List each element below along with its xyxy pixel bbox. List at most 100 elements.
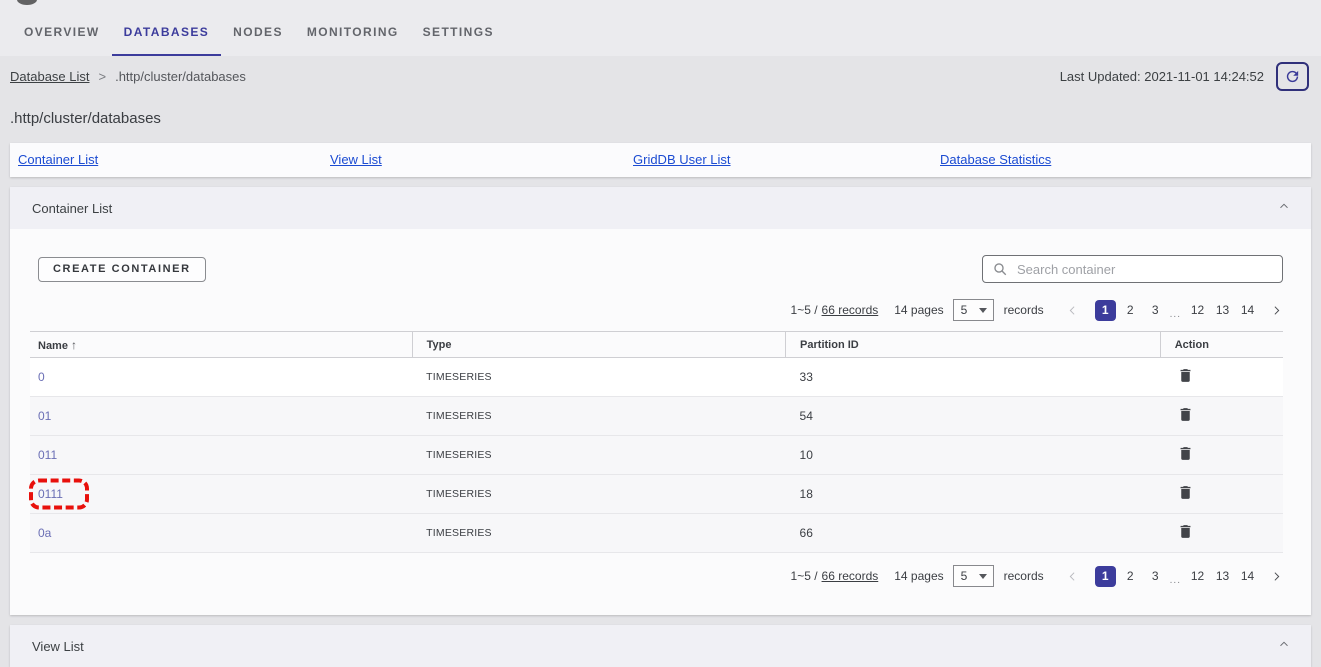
trash-icon bbox=[1177, 405, 1194, 424]
caret-down-icon bbox=[979, 574, 987, 579]
table-row-highlighted: 0111 TIMESERIES 18 bbox=[30, 475, 1283, 514]
delete-container-button[interactable] bbox=[1177, 522, 1194, 541]
container-partition-id: 33 bbox=[786, 358, 1161, 397]
container-link-0[interactable]: 0 bbox=[38, 370, 45, 384]
page-number-13[interactable]: 13 bbox=[1212, 566, 1233, 587]
page-number-2[interactable]: 2 bbox=[1120, 300, 1141, 321]
refresh-icon bbox=[1284, 68, 1301, 85]
page-number-1[interactable]: 1 bbox=[1095, 566, 1116, 587]
container-list-panel-body: CREATE CONTAINER 1~5 / 66 records 14 pag… bbox=[10, 255, 1311, 615]
delete-container-button[interactable] bbox=[1177, 483, 1194, 502]
container-table: Name↑ Type Partition ID Action 0 TIMESER… bbox=[30, 331, 1283, 553]
page-count-text: 14 pages bbox=[894, 569, 943, 583]
delete-container-button[interactable] bbox=[1177, 444, 1194, 463]
chevron-up-icon[interactable] bbox=[1277, 637, 1291, 656]
next-page-button[interactable] bbox=[1270, 570, 1283, 583]
container-list-panel-header[interactable]: Container List bbox=[10, 187, 1311, 229]
view-list-panel-title: View List bbox=[32, 639, 84, 654]
quick-link-container-list[interactable]: Container List bbox=[18, 152, 98, 167]
container-link-01[interactable]: 01 bbox=[38, 409, 51, 423]
tab-monitoring[interactable]: MONITORING bbox=[295, 25, 411, 56]
page-title: .http/cluster/databases bbox=[0, 96, 1321, 143]
page-number-12[interactable]: 12 bbox=[1187, 566, 1208, 587]
delete-container-button[interactable] bbox=[1177, 405, 1194, 424]
refresh-button[interactable] bbox=[1276, 62, 1309, 91]
quick-link-database-statistics[interactable]: Database Statistics bbox=[940, 152, 1051, 167]
sort-ascending-icon: ↑ bbox=[71, 338, 77, 352]
container-type: TIMESERIES bbox=[412, 475, 785, 514]
page-number-14[interactable]: 14 bbox=[1237, 300, 1258, 321]
container-link-0111[interactable]: 0111 bbox=[38, 487, 63, 501]
prev-page-button[interactable] bbox=[1066, 304, 1079, 317]
container-link-0a[interactable]: 0a bbox=[38, 526, 51, 540]
column-header-type[interactable]: Type bbox=[412, 332, 785, 358]
create-container-button[interactable]: CREATE CONTAINER bbox=[38, 257, 206, 282]
container-partition-id: 18 bbox=[786, 475, 1161, 514]
page-size-value: 5 bbox=[961, 303, 968, 317]
prev-page-button[interactable] bbox=[1066, 570, 1079, 583]
container-link-011[interactable]: 011 bbox=[38, 448, 57, 462]
table-row: 011 TIMESERIES 10 bbox=[30, 436, 1283, 475]
pagination-bottom: 1~5 / 66 records 14 pages 5 records 1 2 … bbox=[38, 565, 1283, 587]
trash-icon bbox=[1177, 366, 1194, 385]
container-list-panel: Container List CREATE CONTAINER 1~5 / 66… bbox=[10, 187, 1311, 615]
breadcrumb-database-list-link[interactable]: Database List bbox=[10, 69, 90, 84]
container-type: TIMESERIES bbox=[412, 436, 785, 475]
caret-down-icon bbox=[979, 308, 987, 313]
trash-icon bbox=[1177, 522, 1194, 541]
breadcrumb-row: Database List > .http/cluster/databases … bbox=[0, 56, 1321, 96]
table-row: 0 TIMESERIES 33 bbox=[30, 358, 1283, 397]
records-suffix-label: records bbox=[1004, 303, 1044, 317]
page-number-3[interactable]: 3 bbox=[1145, 566, 1166, 587]
column-header-name[interactable]: Name↑ bbox=[30, 332, 412, 358]
page-number-13[interactable]: 13 bbox=[1212, 300, 1233, 321]
page-number-3[interactable]: 3 bbox=[1145, 300, 1166, 321]
tab-settings[interactable]: SETTINGS bbox=[411, 25, 506, 56]
view-list-panel-header[interactable]: View List bbox=[10, 625, 1311, 667]
breadcrumb-separator: > bbox=[99, 69, 107, 84]
table-header-row: Name↑ Type Partition ID Action bbox=[30, 332, 1283, 358]
page-number-12[interactable]: 12 bbox=[1187, 300, 1208, 321]
view-list-panel: View List bbox=[10, 625, 1311, 667]
next-page-button[interactable] bbox=[1270, 304, 1283, 317]
quick-link-griddb-user-list[interactable]: GridDB User List bbox=[633, 152, 731, 167]
tab-databases[interactable]: DATABASES bbox=[112, 25, 222, 56]
column-header-action: Action bbox=[1160, 332, 1283, 358]
page-ellipsis: ... bbox=[1170, 309, 1181, 320]
chevron-up-icon[interactable] bbox=[1277, 199, 1291, 218]
page-number-2[interactable]: 2 bbox=[1120, 566, 1141, 587]
trash-icon bbox=[1177, 483, 1194, 502]
pagination-top: 1~5 / 66 records 14 pages 5 records 1 2 … bbox=[38, 299, 1283, 321]
trash-icon bbox=[1177, 444, 1194, 463]
delete-container-button[interactable] bbox=[1177, 366, 1194, 385]
quick-links-card: Container List View List GridDB User Lis… bbox=[10, 143, 1311, 177]
container-type: TIMESERIES bbox=[412, 358, 785, 397]
table-row: 01 TIMESERIES 54 bbox=[30, 397, 1283, 436]
top-nav-bar: OVERVIEW DATABASES NODES MONITORING SETT… bbox=[0, 0, 1321, 56]
total-records-link[interactable]: 66 records bbox=[822, 303, 879, 317]
search-container-box bbox=[982, 255, 1283, 283]
breadcrumb-current: .http/cluster/databases bbox=[115, 69, 246, 84]
page-number-1[interactable]: 1 bbox=[1095, 300, 1116, 321]
search-icon bbox=[993, 262, 1008, 277]
tab-overview[interactable]: OVERVIEW bbox=[12, 25, 112, 56]
container-type: TIMESERIES bbox=[412, 397, 785, 436]
column-header-partition-id[interactable]: Partition ID bbox=[786, 332, 1161, 358]
page-size-select[interactable]: 5 bbox=[953, 565, 994, 587]
container-partition-id: 54 bbox=[786, 397, 1161, 436]
container-type: TIMESERIES bbox=[412, 514, 785, 553]
page-ellipsis: ... bbox=[1170, 575, 1181, 586]
tab-nodes[interactable]: NODES bbox=[221, 25, 295, 56]
page-size-value: 5 bbox=[961, 569, 968, 583]
record-range-text: 1~5 / bbox=[791, 303, 818, 317]
total-records-link[interactable]: 66 records bbox=[822, 569, 879, 583]
search-container-input[interactable] bbox=[1017, 262, 1274, 277]
page-number-14[interactable]: 14 bbox=[1237, 566, 1258, 587]
records-suffix-label: records bbox=[1004, 569, 1044, 583]
table-row: 0a TIMESERIES 66 bbox=[30, 514, 1283, 553]
logo-remnant bbox=[17, 0, 37, 5]
quick-link-view-list[interactable]: View List bbox=[330, 152, 382, 167]
record-range-text: 1~5 / bbox=[791, 569, 818, 583]
last-updated-text: Last Updated: 2021-11-01 14:24:52 bbox=[1060, 69, 1264, 84]
page-size-select[interactable]: 5 bbox=[953, 299, 994, 321]
